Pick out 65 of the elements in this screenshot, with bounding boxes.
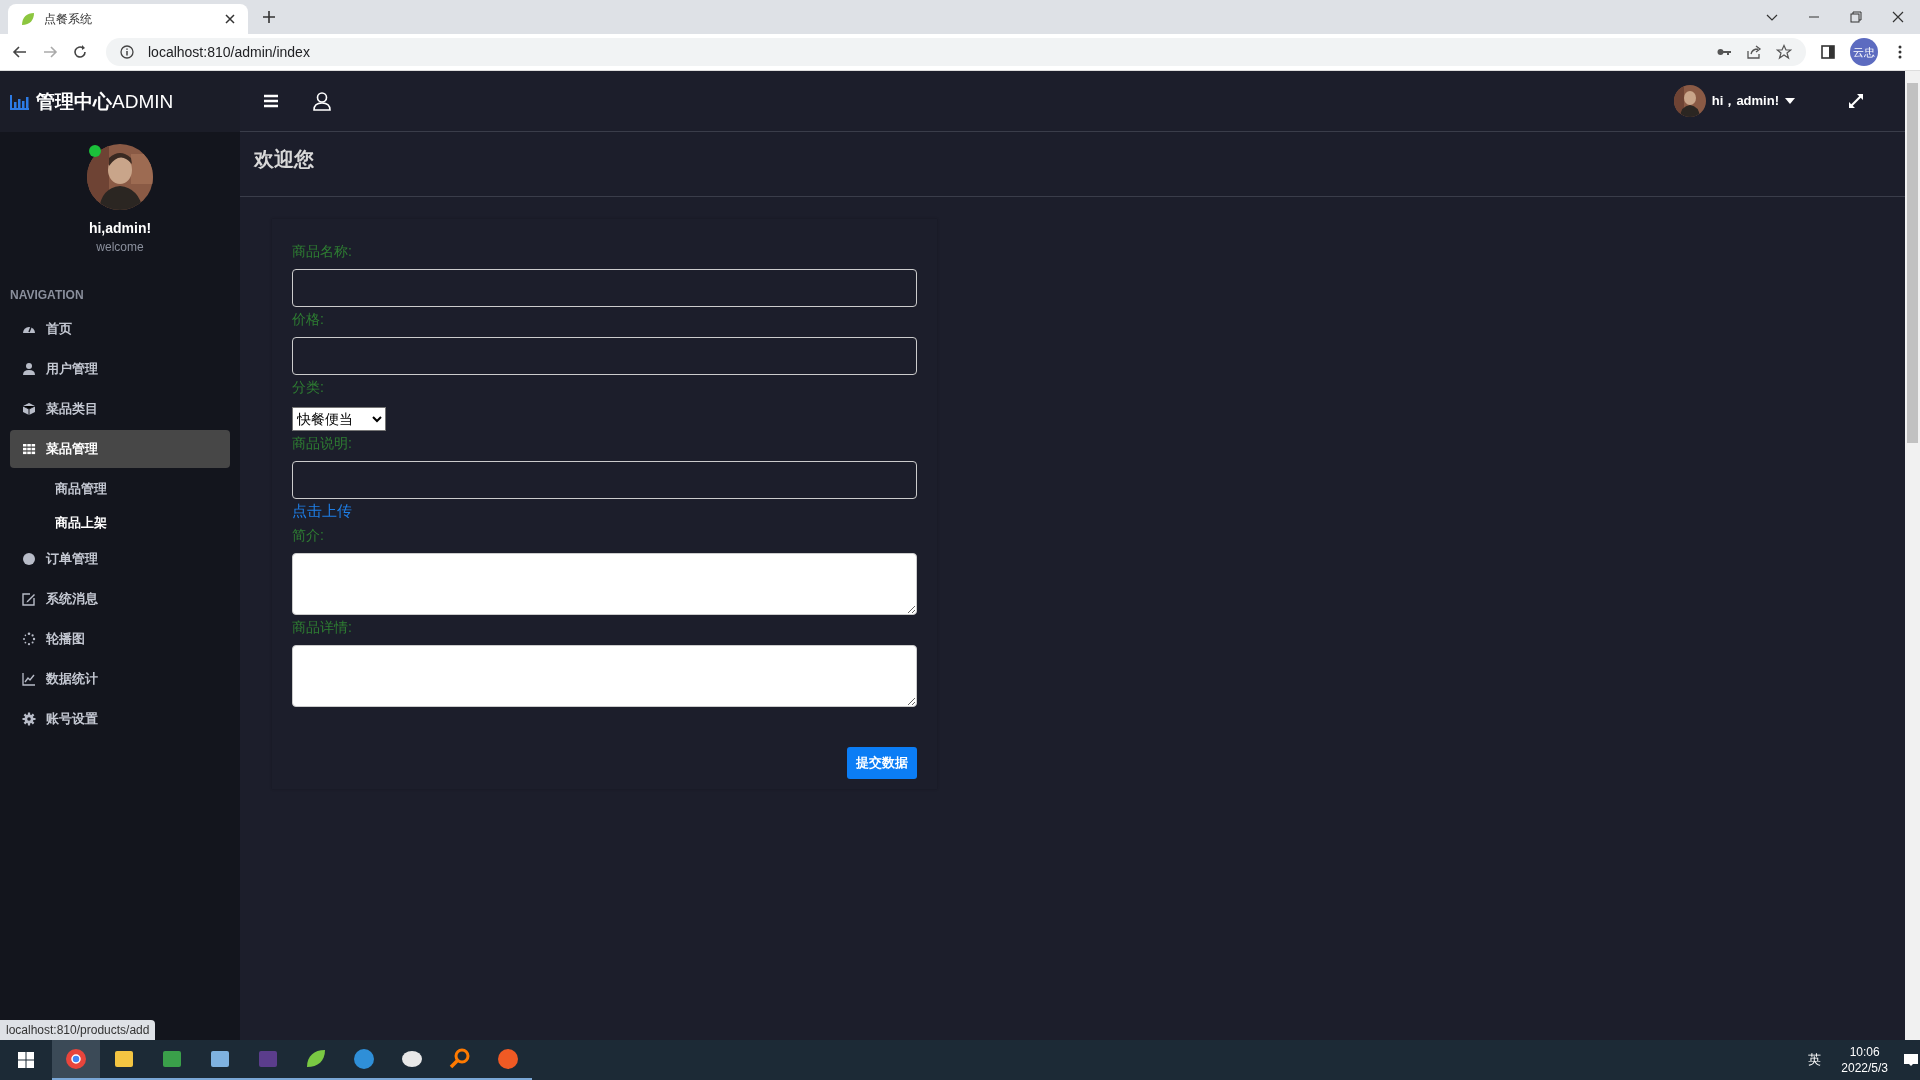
field-label: 商品详情: (292, 618, 353, 637)
nav-item[interactable]: 用户管理 (10, 350, 230, 388)
nav-heading: NAVIGATION (10, 288, 85, 302)
plus-icon[interactable] (262, 10, 276, 24)
url-text: localhost:810/admin/index (148, 44, 310, 60)
browser-tab[interactable]: 点餐系统 (8, 4, 248, 34)
field-label: 简介: (292, 526, 325, 545)
cube-icon (22, 402, 36, 416)
spinner-icon (22, 632, 36, 646)
page-title: 欢迎您 (240, 132, 1905, 197)
nav-item[interactable]: 首页 (10, 310, 230, 348)
user-icon[interactable] (312, 91, 332, 111)
nav-item[interactable]: 轮播图 (10, 620, 230, 658)
profile-avatar[interactable]: 云忠 (1850, 38, 1878, 66)
caret-icon[interactable] (1785, 98, 1795, 104)
clock[interactable]: 10:06 2022/5/3 (1841, 1044, 1888, 1076)
category-select[interactable]: 快餐便当 (292, 407, 386, 431)
windows-icon[interactable] (18, 1052, 34, 1068)
language-indicator[interactable]: 英 (1808, 1051, 1822, 1069)
field-label: 分类: (292, 378, 325, 397)
input-field[interactable] (292, 461, 917, 499)
side-panel-icon[interactable] (1820, 44, 1836, 60)
nav-item[interactable]: 订单管理 (10, 540, 230, 578)
field-label: 商品说明: (292, 434, 353, 453)
menu-icon[interactable] (262, 92, 280, 110)
close-icon[interactable] (1892, 11, 1904, 23)
user-name: hi,admin! (88, 220, 152, 236)
scrollbar[interactable] (1905, 71, 1920, 1040)
close-icon[interactable] (224, 13, 236, 25)
grid-icon (22, 442, 36, 456)
nav-item[interactable]: 系统消息 (10, 580, 230, 618)
address-bar[interactable]: localhost:810/admin/index (106, 38, 1806, 66)
field-label: 商品名称: (292, 242, 353, 261)
back-icon[interactable] (12, 44, 28, 60)
expand-icon[interactable] (1847, 92, 1865, 110)
search-icon (448, 1047, 472, 1071)
notification-icon[interactable] (1902, 1051, 1920, 1069)
nav-item[interactable]: 菜品管理 (10, 430, 230, 468)
gear-icon (22, 712, 36, 726)
leaf-icon (20, 11, 36, 27)
input-field[interactable] (292, 269, 917, 307)
info-icon (120, 45, 134, 59)
user-menu[interactable]: hi，admin! (1711, 92, 1779, 110)
nav-item[interactable]: 账号设置 (10, 700, 230, 738)
star-icon[interactable] (1776, 44, 1792, 60)
restore-icon[interactable] (1850, 11, 1862, 23)
reload-icon[interactable] (72, 44, 88, 60)
nav-subitem[interactable]: 商品管理 (10, 472, 230, 506)
input-field[interactable] (292, 337, 917, 375)
chart-icon (22, 672, 36, 686)
circle-icon (22, 552, 36, 566)
upload-link[interactable]: 点击上传 (292, 499, 917, 523)
submit-button[interactable]: 提交数据 (847, 747, 917, 779)
field-label: 价格: (292, 310, 325, 329)
bar-chart-icon (10, 93, 30, 110)
user-icon (22, 362, 36, 376)
tab-title: 点餐系统 (44, 10, 93, 28)
browser-icon (64, 1047, 88, 1071)
share-icon[interactable] (1746, 44, 1762, 60)
nav-item[interactable]: 菜品类目 (10, 390, 230, 428)
status-url: localhost:810/products/add (0, 1020, 156, 1040)
nav-subitem[interactable]: 商品上架 (10, 506, 230, 540)
welcome-text: welcome (96, 240, 144, 254)
nav-item[interactable]: 数据统计 (10, 660, 230, 698)
edit-icon (22, 592, 36, 606)
